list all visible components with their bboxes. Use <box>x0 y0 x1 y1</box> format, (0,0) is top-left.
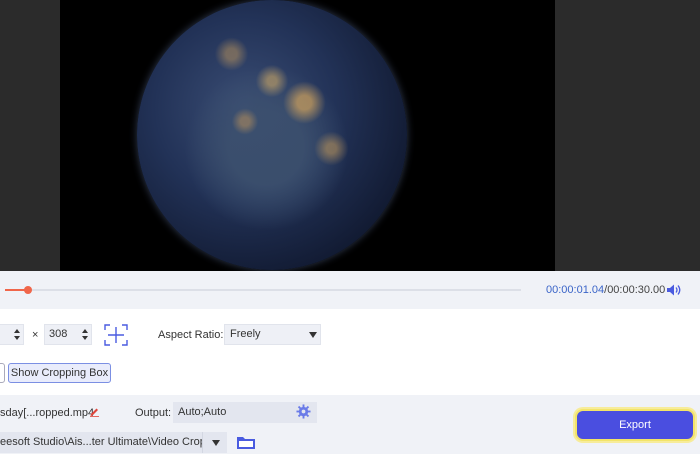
aspect-ratio-value: Freely <box>230 328 261 340</box>
crop-settings-row: 6 × 308 Aspect Ratio: Freely <box>0 318 700 352</box>
volume-icon[interactable] <box>666 283 682 297</box>
video-preview-area <box>0 0 700 271</box>
total-time: 00:00:30.00 <box>607 284 666 296</box>
crop-box-row: Show Cropping Box <box>0 360 700 386</box>
playback-bar: 00:00:01.04/00:00:30.00 <box>0 271 700 309</box>
export-button[interactable]: Export <box>575 409 695 441</box>
reset-button[interactable] <box>0 363 5 383</box>
video-frame <box>60 0 555 271</box>
crop-width-field[interactable]: 6 <box>0 324 24 345</box>
current-time: 00:00:01.04 <box>546 284 605 296</box>
output-filename: sday[...ropped.mp4 <box>0 407 95 419</box>
dimension-times-symbol: × <box>32 329 39 341</box>
save-path-dropdown[interactable] <box>202 432 227 453</box>
video-earth-image <box>137 0 407 270</box>
gear-icon[interactable] <box>296 404 311 419</box>
crop-center-icon[interactable] <box>102 322 130 348</box>
save-path-value: eesoft Studio\Ais...ter Ultimate\Video C… <box>0 436 202 448</box>
output-panel: sday[...ropped.mp4 Output: Auto;Auto ees… <box>0 395 700 454</box>
folder-icon[interactable] <box>236 435 256 450</box>
crop-height-field[interactable]: 308 <box>44 324 92 345</box>
time-display: 00:00:01.04/00:00:30.00 <box>546 284 665 296</box>
show-cropping-box-button[interactable]: Show Cropping Box <box>8 363 111 383</box>
output-label: Output: <box>135 407 172 419</box>
aspect-ratio-select[interactable]: Freely <box>224 324 321 345</box>
save-path-field[interactable]: eesoft Studio\Ais...ter Ultimate\Video C… <box>0 432 202 453</box>
height-stepper-icon[interactable] <box>81 327 89 342</box>
aspect-ratio-label: Aspect Ratio: <box>158 329 224 341</box>
chevron-down-icon <box>309 332 317 338</box>
chevron-down-icon <box>212 440 220 446</box>
edit-icon[interactable] <box>89 406 100 417</box>
output-settings-value: Auto;Auto <box>178 406 227 418</box>
timeline-track[interactable] <box>5 286 521 294</box>
timeline-handle[interactable] <box>24 286 33 294</box>
width-stepper-icon[interactable] <box>13 327 21 342</box>
crop-height-value: 308 <box>49 328 68 340</box>
